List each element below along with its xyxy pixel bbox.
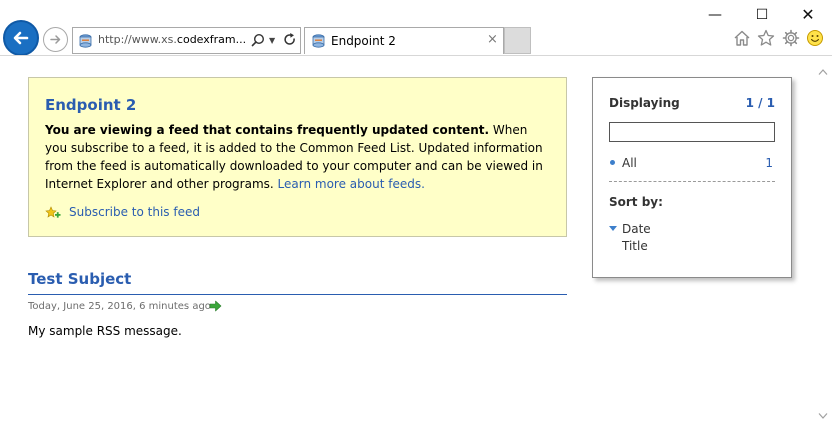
address-bar[interactable]: http://www.xs.codexfram... ▼ [72, 27, 301, 54]
displaying-label: Displaying [609, 96, 680, 110]
sort-by-label: Sort by: [609, 195, 663, 209]
back-button[interactable] [3, 20, 39, 56]
tab-title: Endpoint 2 [331, 34, 396, 48]
feed-favicon-icon [79, 34, 92, 48]
scroll-up-icon[interactable] [818, 68, 828, 76]
feed-item-body: My sample RSS message. [28, 324, 182, 338]
panel-divider [609, 181, 775, 182]
feed-item-title[interactable]: Test Subject [28, 270, 131, 288]
feed-description-bold: You are viewing a feed that contains fre… [45, 123, 490, 137]
tab-close-button[interactable]: × [487, 32, 498, 47]
star-icon[interactable] [757, 29, 775, 47]
all-bullet-icon [610, 160, 615, 165]
back-arrow-icon [13, 31, 29, 45]
feed-filter-panel: Displaying 1 / 1 All 1 Sort by: Date Tit… [592, 77, 792, 278]
minimize-button[interactable]: — [704, 4, 726, 26]
feed-favicon-icon [312, 34, 325, 48]
close-window-button[interactable]: ✕ [797, 4, 819, 26]
displaying-count: 1 / 1 [745, 96, 775, 110]
subscribe-label: Subscribe to this feed [69, 205, 200, 219]
browser-chrome: — ☐ ✕ http://www.xs.codexfram... ▼ Endpo… [0, 0, 832, 62]
new-tab-button[interactable] [504, 27, 531, 54]
sort-by-date[interactable]: Date [622, 222, 651, 236]
url-text[interactable]: http://www.xs.codexfram... [98, 33, 246, 46]
search-icon[interactable] [251, 33, 265, 47]
maximize-button[interactable]: ☐ [751, 4, 773, 26]
page-viewport: Endpoint 2 You are viewing a feed that c… [0, 62, 814, 443]
filter-all-count: 1 [765, 156, 773, 170]
go-to-item-arrow-icon[interactable] [209, 300, 222, 312]
home-icon[interactable] [733, 29, 751, 47]
forward-button[interactable] [43, 27, 68, 52]
subscribe-star-icon [45, 206, 61, 218]
chrome-divider [0, 55, 832, 56]
learn-more-link[interactable]: Learn more about feeds. [278, 177, 425, 191]
feed-info-box: Endpoint 2 You are viewing a feed that c… [28, 77, 567, 237]
tab-endpoint-2[interactable]: Endpoint 2 × [304, 27, 504, 54]
sort-by-title[interactable]: Title [622, 239, 648, 253]
url-host: codexfram... [176, 33, 247, 46]
gear-icon[interactable] [782, 29, 800, 47]
feed-title: Endpoint 2 [45, 96, 137, 114]
feed-item-divider [28, 294, 567, 295]
chevron-down-icon[interactable]: ▼ [269, 33, 275, 49]
filter-all-link[interactable]: All [622, 156, 637, 170]
filter-input[interactable] [609, 122, 775, 142]
vertical-scrollbar[interactable] [814, 62, 832, 443]
forward-arrow-icon [50, 35, 61, 44]
sort-descending-icon [609, 226, 617, 231]
feed-description: You are viewing a feed that contains fre… [45, 121, 553, 193]
smiley-icon[interactable] [806, 29, 824, 47]
feed-item-date: Today, June 25, 2016, 6 minutes ago [28, 301, 211, 312]
scroll-down-icon[interactable] [818, 412, 828, 420]
refresh-icon[interactable] [283, 32, 297, 48]
url-prefix: http://www.xs. [98, 33, 177, 46]
